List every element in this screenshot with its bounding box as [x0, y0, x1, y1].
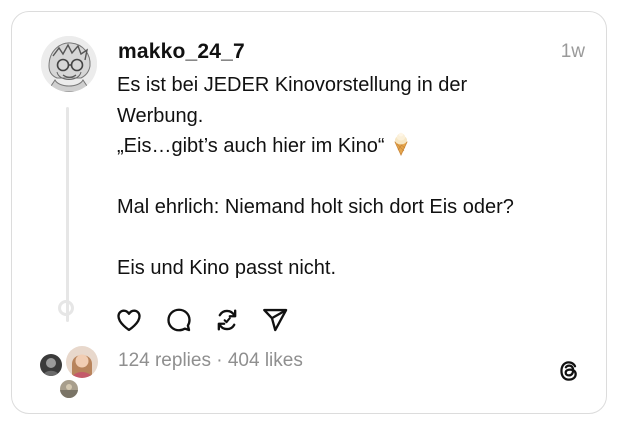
thread-line — [66, 107, 69, 322]
post-text: Es ist bei JEDER Kinovorstellung in der … — [117, 70, 577, 284]
ice-cream-icon — [391, 132, 411, 166]
post-line: Es ist bei JEDER Kinovorstellung in der — [117, 74, 468, 96]
replier-avatar[interactable] — [64, 344, 100, 380]
replier-avatar[interactable] — [58, 378, 80, 400]
thread-loop — [58, 300, 74, 316]
post-line: „Eis…gibt’s auch hier im Kino“ — [117, 131, 577, 162]
repost-button[interactable] — [213, 306, 241, 334]
post-line-text: „Eis…gibt’s auch hier im Kino“ — [117, 135, 385, 157]
post-line: Mal ehrlich: Niemand holt sich dort Eis … — [117, 196, 514, 218]
author-avatar[interactable] — [41, 36, 97, 92]
repost-icon — [217, 309, 237, 331]
replies-likes-count[interactable]: 124 replies · 404 likes — [118, 350, 303, 372]
post-line: Werbung. — [117, 104, 204, 127]
post-timestamp: 1w — [560, 41, 585, 62]
like-button[interactable] — [115, 306, 143, 334]
post-line: Eis und Kino passt nicht. — [117, 257, 337, 279]
threads-logo-icon[interactable] — [556, 357, 582, 385]
heart-icon — [117, 309, 141, 332]
replier-avatar[interactable] — [38, 352, 64, 378]
author-username[interactable]: makko_24_7 — [118, 40, 245, 64]
share-button[interactable] — [261, 306, 289, 334]
paper-plane-icon — [263, 308, 288, 332]
reply-button[interactable] — [165, 306, 193, 334]
reply-bubble-icon — [167, 308, 191, 332]
